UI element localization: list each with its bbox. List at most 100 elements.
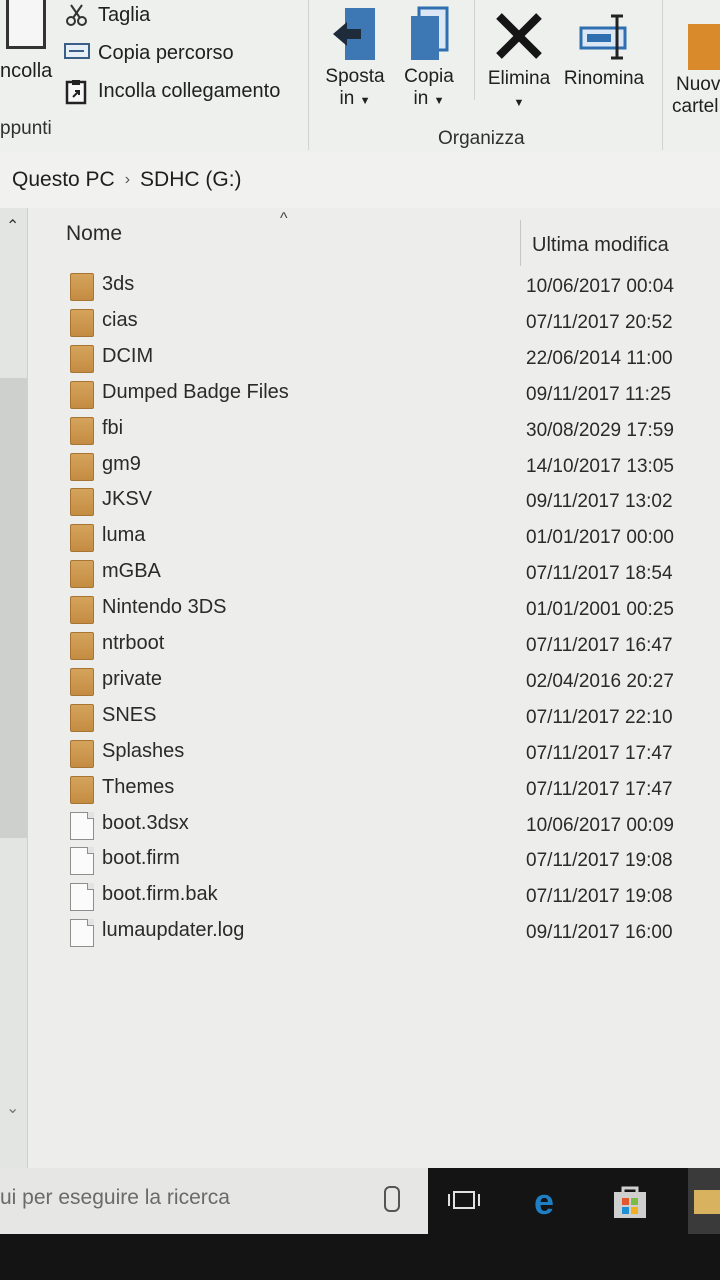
file-icon [70, 883, 94, 912]
column-header-name[interactable]: Nome [66, 222, 122, 246]
column-divider[interactable] [520, 220, 521, 266]
list-item[interactable]: DCIM 22/06/2014 11:00 [68, 342, 708, 376]
move-to-label: Sposta [325, 66, 385, 87]
move-to-label-line2: in ▼ [339, 88, 371, 109]
list-item[interactable]: gm9 14/10/2017 13:05 [68, 450, 708, 484]
clipboard-group-label: ppunti [0, 118, 52, 139]
folder-icon [70, 667, 94, 696]
scroll-down-icon[interactable]: ⌄ [6, 1098, 19, 1118]
edge-icon[interactable]: e [530, 1181, 570, 1222]
svg-text:e: e [534, 1182, 554, 1222]
file-modified-date: 07/11/2017 16:47 [526, 635, 673, 656]
file-name: DCIM [102, 344, 154, 367]
list-item[interactable]: cias 07/11/2017 20:52 [68, 306, 708, 340]
column-header-modified[interactable]: Ultima modifica [532, 234, 669, 257]
chevron-right-icon[interactable]: › [125, 171, 130, 189]
list-item[interactable]: Nintendo 3DS 01/01/2001 00:25 [68, 593, 708, 627]
file-name: luma [102, 524, 146, 547]
list-item[interactable]: Splashes 07/11/2017 17:47 [68, 737, 708, 771]
scrollbar-thumb[interactable] [0, 378, 27, 838]
rename-button[interactable]: Rinomina [558, 10, 650, 90]
cut-button[interactable]: Taglia [64, 0, 150, 30]
paste-shortcut-label: Incolla collegamento [98, 79, 281, 102]
scissors-icon [64, 3, 90, 27]
file-name: JKSV [102, 488, 153, 511]
breadcrumb-this-pc[interactable]: Questo PC [12, 168, 115, 192]
folder-icon [70, 416, 94, 445]
file-modified-date: 14/10/2017 13:05 [526, 455, 674, 477]
file-modified-date: 07/11/2017 22:10 [526, 706, 673, 728]
list-item[interactable]: Dumped Badge Files 09/11/2017 11:25 [68, 378, 708, 412]
folder-icon [70, 560, 94, 589]
copy-path-label: Copia percorso [98, 41, 234, 64]
navigation-pane-scrollbar[interactable]: ⌃ ⌄ [0, 208, 28, 1168]
search-placeholder: ui per eseguire la ricerca [0, 1186, 230, 1209]
ribbon: ncolla Taglia Copia percorso Incolla col… [0, 0, 720, 153]
store-icon[interactable] [610, 1182, 650, 1218]
task-view-icon[interactable] [446, 1182, 482, 1218]
file-icon [70, 847, 94, 876]
list-item[interactable]: luma 01/01/2017 00:00 [68, 521, 708, 555]
new-folder-label: Nuov [676, 74, 720, 95]
close-icon [495, 8, 543, 64]
folder-icon [70, 344, 94, 373]
breadcrumb[interactable]: Questo PC › SDHC (G:) [0, 152, 720, 209]
ribbon-separator [474, 0, 475, 100]
list-item[interactable]: boot.firm.bak 07/11/2017 19:08 [68, 880, 708, 914]
column-header: Nome ^ Ultima modifica [28, 208, 720, 268]
list-item[interactable]: Themes 07/11/2017 17:47 [68, 773, 708, 807]
new-folder-button[interactable]: Nuov cartel [668, 18, 720, 118]
file-name: Nintendo 3DS [102, 596, 227, 619]
delete-button[interactable]: Elimina ▼ [484, 8, 554, 114]
folder-icon [70, 488, 94, 517]
file-name: boot.3dsx [102, 811, 189, 834]
file-modified-date: 02/04/2016 20:27 [526, 670, 674, 692]
list-item[interactable]: boot.3dsx 10/06/2017 00:09 [68, 809, 708, 843]
file-modified-date: 30/08/2029 17:59 [526, 419, 674, 441]
paste-shortcut-button[interactable]: Incolla collegamento [64, 76, 280, 106]
move-to-button[interactable]: Sposta in ▼ [320, 6, 390, 112]
breadcrumb-drive[interactable]: SDHC (G:) [140, 168, 242, 192]
list-item[interactable]: fbi 30/08/2029 17:59 [68, 414, 708, 448]
chevron-down-icon: ▼ [359, 95, 371, 107]
sort-ascending-icon: ^ [280, 210, 288, 227]
list-item[interactable]: private 02/04/2016 20:27 [68, 665, 708, 699]
file-name: cias [102, 308, 138, 331]
mic-icon[interactable] [384, 1186, 400, 1212]
file-icon [70, 811, 94, 840]
list-item[interactable]: boot.firm 07/11/2017 19:08 [68, 844, 708, 878]
scroll-up-icon[interactable]: ⌃ [6, 216, 19, 236]
list-item[interactable]: 3ds 10/06/2017 00:04 [68, 270, 708, 304]
search-input[interactable]: ui per eseguire la ricerca [0, 1168, 428, 1234]
ribbon-separator [662, 0, 663, 150]
file-modified-date: 07/11/2017 20:52 [526, 311, 673, 333]
file-modified-date: 07/11/2017 17:47 [526, 742, 673, 764]
file-icon [70, 919, 94, 948]
paste-label: ncolla [0, 60, 53, 82]
folder-icon [70, 596, 94, 625]
folder-icon [70, 632, 94, 660]
file-explorer-icon[interactable] [688, 1168, 720, 1234]
list-item[interactable]: lumaupdater.log 09/11/2017 16:00 [68, 916, 708, 950]
list-item[interactable]: SNES 07/11/2017 22:10 [68, 701, 708, 735]
file-name: Themes [102, 775, 175, 798]
rename-icon [579, 10, 629, 64]
file-name: 3ds [102, 273, 135, 295]
file-name: mGBA [102, 560, 161, 583]
copy-to-button[interactable]: Copia in ▼ [398, 6, 460, 112]
paste-button[interactable]: ncolla [0, 0, 56, 90]
file-name: ntrboot [102, 632, 165, 654]
list-item[interactable]: mGBA 07/11/2017 18:54 [68, 557, 708, 591]
file-name: fbi [102, 416, 124, 439]
folder-icon [70, 308, 94, 337]
file-name: gm9 [102, 452, 141, 475]
chevron-down-icon: ▼ [433, 95, 445, 107]
file-modified-date: 07/11/2017 19:08 [526, 886, 673, 908]
list-item[interactable]: JKSV 09/11/2017 13:02 [68, 485, 708, 519]
file-name: Dumped Badge Files [102, 380, 289, 403]
folder-icon [70, 524, 94, 553]
copy-path-button[interactable]: Copia percorso [64, 38, 234, 68]
folder-icon [70, 380, 94, 409]
folder-icon [70, 703, 94, 732]
list-item[interactable]: ntrboot 07/11/2017 16:47 [68, 629, 708, 663]
